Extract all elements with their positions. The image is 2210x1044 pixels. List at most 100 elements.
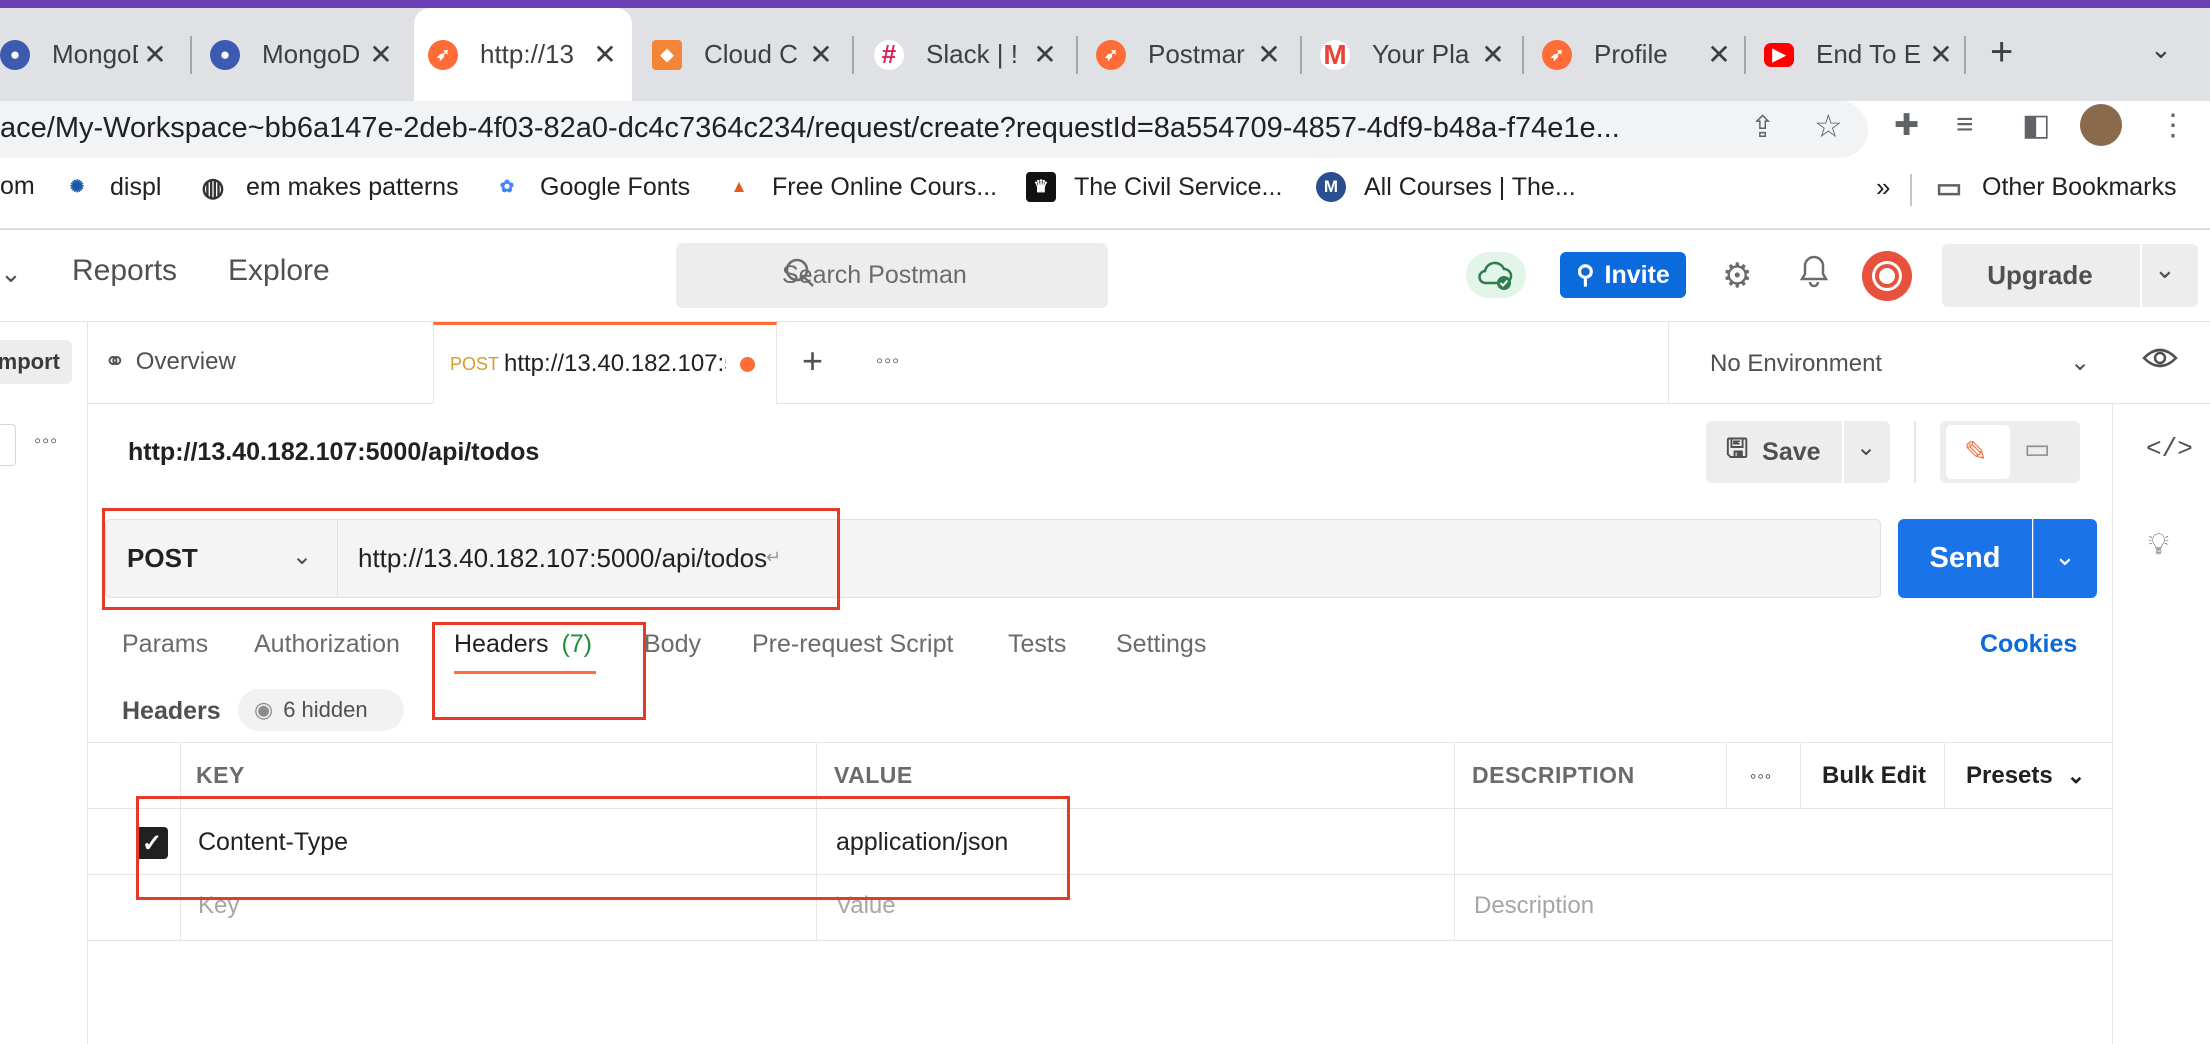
browser-tab-profile[interactable]: ➶ Profile ✕	[1528, 8, 1746, 101]
save-disk-icon: 🖫︎	[1726, 433, 1749, 463]
bookmark-item[interactable]: om	[0, 172, 35, 201]
reading-list-icon[interactable]: ≡	[1956, 108, 1974, 142]
mongodb-icon: ●	[210, 39, 240, 70]
environment-quick-look-eye-icon[interactable]	[2142, 346, 2178, 375]
table-more-icon[interactable]: ◦◦◦	[1750, 766, 1772, 787]
browser-menu-icon[interactable]: ⋮	[2158, 108, 2188, 143]
share-icon[interactable]: ⇪	[1750, 110, 1775, 145]
tab-separator	[1744, 36, 1746, 74]
tab-params[interactable]: Params	[122, 630, 208, 659]
tab-authorization[interactable]: Authorization	[254, 630, 400, 659]
column-header-description: DESCRIPTION	[1472, 762, 1635, 788]
new-description-input[interactable]: Description	[1474, 892, 1594, 920]
browser-tab-active[interactable]: ➶ http://13 ✕	[414, 8, 632, 101]
other-bookmarks[interactable]: ▭ Other Bookmarks	[1934, 172, 2177, 203]
tab-request-title: http://13.40.182.107:5	[504, 350, 726, 377]
browser-tab-youtube[interactable]: ▶ End To E ✕	[1750, 8, 1968, 101]
browser-tab-cloud[interactable]: ◆ Cloud C ✕	[638, 8, 848, 101]
settings-gear-icon[interactable]: ⚙	[1722, 256, 1752, 296]
bookmark-item[interactable]: ✺ displ	[62, 172, 162, 202]
browser-tab-postman[interactable]: ➶ Postmar ✕	[1082, 8, 1296, 101]
close-tab-icon[interactable]: ✕	[1028, 38, 1062, 72]
upgrade-chevron-icon[interactable]: ⌄	[2154, 254, 2176, 285]
tab-prerequest-script[interactable]: Pre-request Script	[752, 630, 953, 659]
close-tab-icon[interactable]: ✕	[1924, 38, 1958, 72]
close-tab-icon[interactable]: ✕	[1702, 38, 1736, 72]
gmail-icon: M	[1320, 39, 1350, 70]
bookmarks-overflow-icon[interactable]: »	[1876, 172, 1890, 203]
close-tab-icon[interactable]: ✕	[1252, 38, 1286, 72]
close-tab-icon[interactable]: ✕	[364, 38, 398, 72]
tab-separator	[1300, 36, 1302, 74]
close-tab-icon[interactable]: ✕	[588, 38, 622, 72]
tab-tests[interactable]: Tests	[1008, 630, 1066, 659]
side-panel-icon[interactable]: ◧	[2022, 108, 2050, 143]
headers-section-label: Headers	[122, 697, 221, 725]
save-options-button[interactable]: ⌄	[1844, 421, 1890, 483]
lightbulb-icon[interactable]: 💡︎	[2148, 528, 2169, 562]
browser-tab-slack[interactable]: # Slack | ! ✕	[860, 8, 1072, 101]
edit-mode-button[interactable]: ✎	[1946, 425, 2010, 479]
bookmark-item[interactable]: M All Courses | The...	[1316, 172, 1576, 202]
tab-separator	[1964, 36, 1966, 74]
bookmark-star-icon[interactable]: ☆	[1814, 107, 1843, 145]
code-snippet-icon[interactable]: </>	[2146, 434, 2193, 464]
cookies-link[interactable]: Cookies	[1980, 630, 2077, 659]
tab-body[interactable]: Body	[644, 630, 701, 659]
browser-tab-mongodb-2[interactable]: ● MongoD ✕	[196, 8, 408, 101]
close-tab-icon[interactable]: ✕	[804, 38, 838, 72]
crown-icon: ♛	[1026, 172, 1056, 202]
table-border	[88, 742, 2112, 743]
table-border	[88, 940, 2112, 941]
highlight-box-content-type-row	[136, 796, 1070, 900]
hidden-headers-toggle[interactable]: ◉ 6 hidden	[238, 689, 404, 731]
unsaved-dot-icon[interactable]	[740, 357, 755, 372]
youtube-icon: ▶	[1764, 42, 1794, 67]
tab-search-chevron-icon[interactable]: ⌄	[2150, 34, 2172, 65]
postman-icon: ➶	[1542, 39, 1572, 70]
tab-settings[interactable]: Settings	[1116, 630, 1206, 659]
close-tab-icon[interactable]: ✕	[1476, 38, 1510, 72]
send-button[interactable]: Send	[1898, 519, 2032, 598]
extensions-puzzle-icon[interactable]: ✚	[1894, 108, 1919, 143]
bulk-edit-button[interactable]: Bulk Edit	[1822, 762, 1926, 790]
eye-icon: ◉	[254, 697, 274, 722]
presets-dropdown[interactable]: Presets ⌄	[1966, 762, 2085, 790]
invite-button[interactable]: ⚲ Invite	[1560, 252, 1686, 298]
sidebar-filter-box[interactable]	[0, 424, 16, 466]
nav-reports[interactable]: Reports	[72, 254, 177, 288]
cloud-sync-icon	[1478, 261, 1513, 290]
new-request-tab-plus-icon[interactable]: +	[802, 340, 823, 382]
table-border	[1944, 742, 1945, 808]
chevron-down-icon[interactable]: ⌄	[0, 258, 22, 289]
bookmark-item[interactable]: ✿ Google Fonts	[492, 172, 690, 202]
search-input[interactable]: Search Postman	[676, 243, 1108, 308]
spe-icon: ✺	[69, 177, 85, 196]
notifications-bell-icon[interactable]	[1799, 254, 1829, 293]
close-tab-icon[interactable]: ✕	[138, 38, 172, 72]
browser-tab-mongodb-1[interactable]: ● MongoD ✕	[0, 8, 182, 101]
profile-avatar[interactable]	[2080, 104, 2122, 146]
bookmark-item[interactable]: ▲ Free Online Cours...	[724, 172, 998, 202]
environment-chevron-icon: ⌄	[2070, 349, 2091, 376]
tab-overview[interactable]: ⚭ Overview	[104, 346, 236, 377]
bookmark-item[interactable]: ◍ em makes patterns	[198, 172, 459, 202]
send-options-button[interactable]: ⌄	[2033, 519, 2097, 598]
new-tab-button[interactable]: +	[1990, 30, 2013, 75]
request-name[interactable]: http://13.40.182.107:5000/api/todos	[128, 438, 539, 467]
address-bar-url[interactable]: ace/My-Workspace~bb6a147e-2deb-4f03-82a0…	[0, 108, 1720, 148]
right-sidebar	[2112, 404, 2210, 1044]
nav-explore[interactable]: Explore	[228, 254, 330, 288]
column-header-value: VALUE	[834, 762, 913, 788]
user-avatar[interactable]	[1862, 251, 1912, 301]
import-button[interactable]: mport	[0, 340, 72, 384]
comments-icon[interactable]: ▭	[2024, 432, 2050, 465]
more-options-icon[interactable]: ◦◦◦	[34, 430, 58, 453]
browser-tab-gmail[interactable]: M Your Pla ✕	[1306, 8, 1520, 101]
upgrade-button[interactable]: Upgrade	[1942, 244, 2138, 307]
tab-separator	[1076, 36, 1078, 74]
sync-status[interactable]	[1466, 252, 1526, 298]
save-button[interactable]: 🖫︎ Save	[1706, 421, 1842, 483]
bookmark-item[interactable]: ♛ The Civil Service...	[1026, 172, 1282, 202]
tab-more-icon[interactable]: ◦◦◦	[876, 350, 900, 373]
